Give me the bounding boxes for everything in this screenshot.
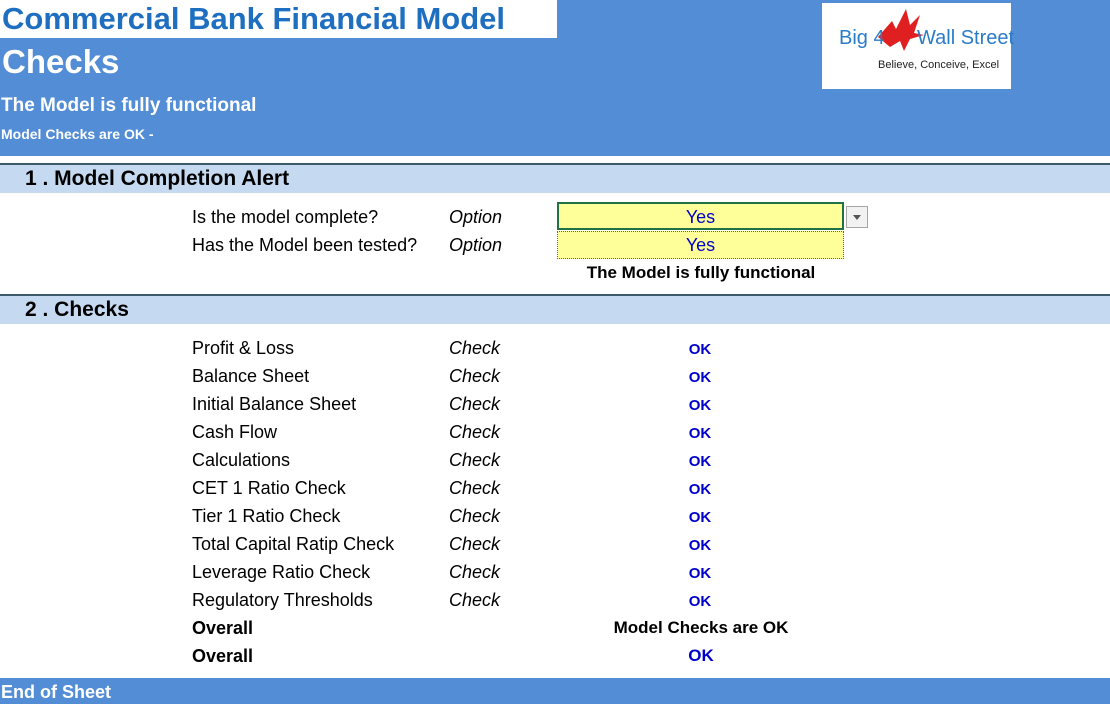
check-row-type: Check: [449, 590, 501, 610]
logo-tagline: Believe, Conceive, Excel: [878, 59, 1000, 71]
logo-text-big4: Big 4: [839, 27, 885, 49]
check-row-type: Check: [449, 478, 501, 498]
check-status: OK: [688, 509, 712, 526]
check-status: OK: [688, 425, 712, 442]
check-row-label: Tier 1 Ratio Check: [192, 506, 341, 526]
completion-result: The Model is fully functional: [586, 263, 816, 282]
check-row-type: Check: [449, 422, 501, 442]
check-row-label: Regulatory Thresholds: [192, 590, 373, 610]
check-status: OK: [688, 369, 712, 386]
section-title: 1 . Model Completion Alert: [25, 167, 290, 190]
check-row-label: Initial Balance Sheet: [192, 394, 357, 414]
check-row-label: Leverage Ratio Check: [192, 562, 371, 582]
company-logo: Big 4 Wall Street Believe, Conceive, Exc…: [822, 3, 1015, 89]
check-status: OK: [688, 397, 712, 414]
check-row-type: Check: [449, 366, 501, 386]
overall-checks-result: Model Checks are OK: [613, 618, 789, 637]
model-title: Commercial Bank Financial Model: [0, 0, 557, 38]
section-title: 2 . Checks: [25, 298, 129, 321]
check-row-label: Total Capital Ratip Check: [192, 534, 395, 554]
check-status: OK: [688, 481, 712, 498]
check-row-type: Check: [449, 534, 501, 554]
check-row-label: Profit & Loss: [192, 338, 295, 358]
end-of-sheet-label: End of Sheet: [1, 682, 112, 702]
section-header-completion: 1 . Model Completion Alert: [0, 163, 1110, 193]
logo-text-wallstreet: Wall Street: [917, 27, 1015, 49]
completion-row-label: Is the model complete?: [192, 207, 379, 227]
check-row-type: Check: [449, 394, 501, 414]
overall-label: Overall: [192, 646, 254, 666]
tested-row-type: Option: [449, 235, 503, 255]
model-tested-select[interactable]: Yes: [557, 231, 844, 259]
check-row-label: Calculations: [192, 450, 291, 470]
section-header-checks: 2 . Checks: [0, 294, 1110, 324]
sheet-title: Checks: [2, 43, 120, 80]
header-banner: Commercial Bank Financial Model Checks T…: [0, 0, 1110, 156]
check-row-type: Check: [449, 506, 501, 526]
dropdown-arrow-icon[interactable]: [846, 206, 868, 228]
check-status: OK: [688, 565, 712, 582]
model-status-text: The Model is fully functional: [1, 95, 257, 116]
check-row-label: Cash Flow: [192, 422, 278, 442]
footer-bar: End of Sheet: [0, 678, 1110, 704]
checks-status-text: Model Checks are OK -: [1, 126, 154, 142]
check-row-type: Check: [449, 338, 501, 358]
check-row-label: CET 1 Ratio Check: [192, 478, 346, 498]
overall-status: OK: [688, 646, 714, 665]
overall-label: Overall: [192, 618, 254, 638]
check-row-type: Check: [449, 450, 501, 470]
check-status: OK: [688, 593, 712, 610]
tested-row-label: Has the Model been tested?: [192, 235, 418, 255]
model-complete-select[interactable]: Yes: [557, 202, 844, 230]
completion-row-type: Option: [449, 207, 503, 227]
check-status: OK: [688, 537, 712, 554]
check-status: OK: [688, 341, 712, 358]
check-row-label: Balance Sheet: [192, 366, 310, 386]
check-row-type: Check: [449, 562, 501, 582]
check-status: OK: [688, 453, 712, 470]
